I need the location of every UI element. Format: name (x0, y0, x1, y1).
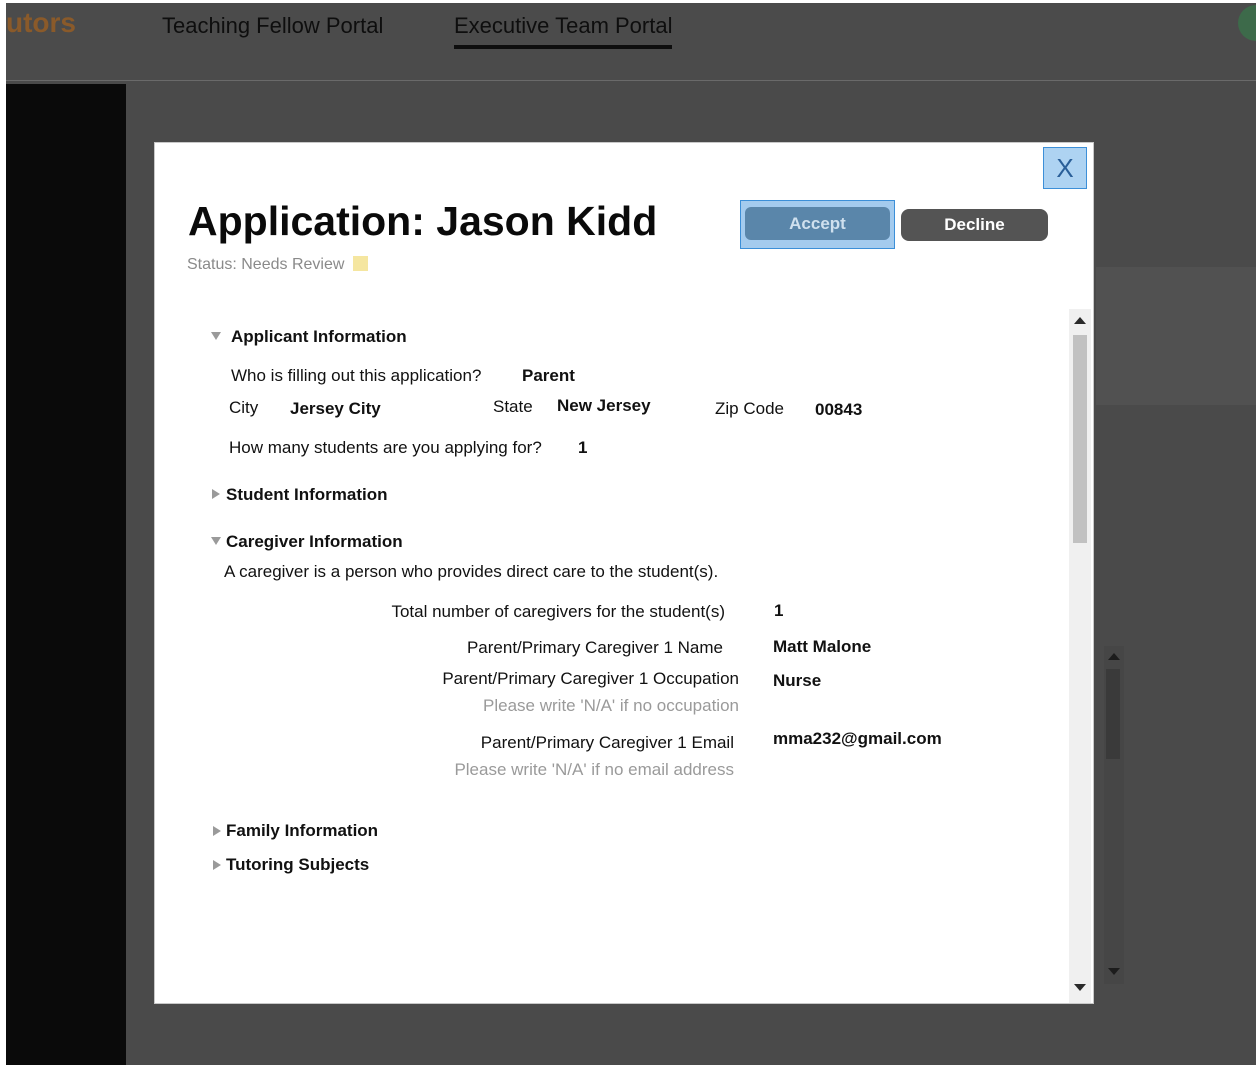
accept-button[interactable]: Accept (745, 207, 890, 240)
collapsed-caret-icon[interactable] (212, 489, 220, 499)
students-count-value: 1 (578, 438, 588, 457)
scroll-up-arrow-icon[interactable] (1074, 317, 1086, 324)
brand-logo-text[interactable]: utors (6, 7, 76, 39)
tab-teaching-fellow-portal[interactable]: Teaching Fellow Portal (162, 13, 383, 39)
section-caregiver-information[interactable]: Caregiver Information (226, 532, 403, 552)
collapsed-caret-icon[interactable] (213, 826, 221, 836)
sidebar (6, 84, 126, 1065)
zip-label: Zip Code (715, 399, 784, 418)
caregiver-occupation-hint: Please write 'N/A' if no occupation (483, 696, 739, 715)
expanded-caret-icon[interactable] (211, 537, 221, 545)
students-count-label: How many students are you applying for? (229, 438, 542, 457)
city-value: Jersey City (290, 399, 381, 418)
tab-executive-team-portal[interactable]: Executive Team Portal (454, 13, 673, 49)
who-value: Parent (522, 366, 575, 385)
status-text: Status: Needs Review (187, 256, 345, 273)
background-scrollbar[interactable] (1104, 646, 1124, 984)
section-applicant-information[interactable]: Applicant Information (231, 327, 407, 347)
status-badge (353, 256, 369, 271)
avatar[interactable] (1238, 5, 1256, 41)
decline-button[interactable]: Decline (901, 209, 1048, 241)
caregiver-email-label: Parent/Primary Caregiver 1 Email (480, 733, 734, 752)
scrollbar-thumb[interactable] (1106, 669, 1120, 759)
caregiver-description: A caregiver is a person who provides dir… (224, 562, 719, 581)
expanded-caret-icon[interactable] (211, 332, 221, 340)
page-title: Application: Jason Kidd (188, 198, 658, 244)
background-panel (1096, 267, 1256, 405)
city-label: City (229, 398, 259, 417)
scroll-up-arrow-icon[interactable] (1108, 653, 1120, 660)
accept-button-focus-ring[interactable]: Accept (740, 200, 895, 249)
section-student-information[interactable]: Student Information (226, 485, 387, 505)
modal-scrollbar[interactable] (1069, 309, 1091, 1003)
state-label: State (493, 397, 533, 416)
total-caregivers-label: Total number of caregivers for the stude… (391, 602, 725, 621)
caregiver-email-hint: Please write 'N/A' if no email address (454, 760, 734, 779)
scroll-down-arrow-icon[interactable] (1108, 968, 1120, 975)
caregiver-name-value: Matt Malone (773, 637, 872, 656)
total-caregivers-value: 1 (774, 601, 784, 620)
caregiver-occupation-label: Parent/Primary Caregiver 1 Occupation (442, 669, 739, 688)
top-navigation-bar: utors Teaching Fellow Portal Executive T… (6, 3, 1256, 81)
collapsed-caret-icon[interactable] (213, 860, 221, 870)
caregiver-name-label: Parent/Primary Caregiver 1 Name (466, 638, 723, 657)
caregiver-occupation-value: Nurse (773, 671, 822, 690)
section-family-information[interactable]: Family Information (226, 821, 378, 841)
status-line: Status: Needs Review (187, 256, 369, 274)
section-tutoring-subjects[interactable]: Tutoring Subjects (226, 855, 369, 875)
caregiver-email-value: mma232@gmail.com (773, 729, 942, 748)
state-value: New Jersey (557, 396, 651, 415)
zip-value: 00843 (815, 400, 863, 419)
application-modal: X Application: Jason Kidd Status: Needs … (154, 142, 1094, 1004)
scroll-down-arrow-icon[interactable] (1074, 984, 1086, 991)
close-button[interactable]: X (1043, 147, 1087, 189)
who-label: Who is filling out this application? (231, 366, 482, 385)
scrollbar-thumb[interactable] (1073, 335, 1087, 543)
